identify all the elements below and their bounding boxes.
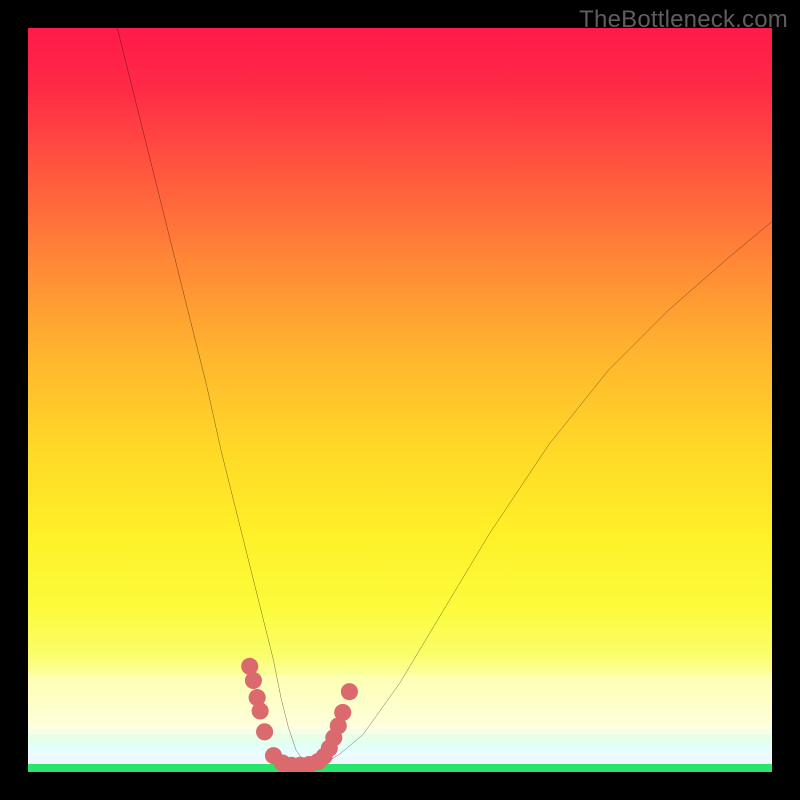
- marker-dot: [256, 723, 273, 740]
- watermark-text: TheBottleneck.com: [579, 6, 788, 34]
- highlight-markers: [241, 658, 358, 772]
- chart-frame: TheBottleneck.com: [0, 0, 800, 800]
- marker-dot: [334, 704, 351, 721]
- curve-svg: [28, 28, 772, 772]
- bottleneck-curve: [117, 28, 772, 765]
- marker-dot: [252, 702, 269, 719]
- marker-dot: [245, 672, 262, 689]
- plot-area: [28, 28, 772, 772]
- marker-dot: [341, 683, 358, 700]
